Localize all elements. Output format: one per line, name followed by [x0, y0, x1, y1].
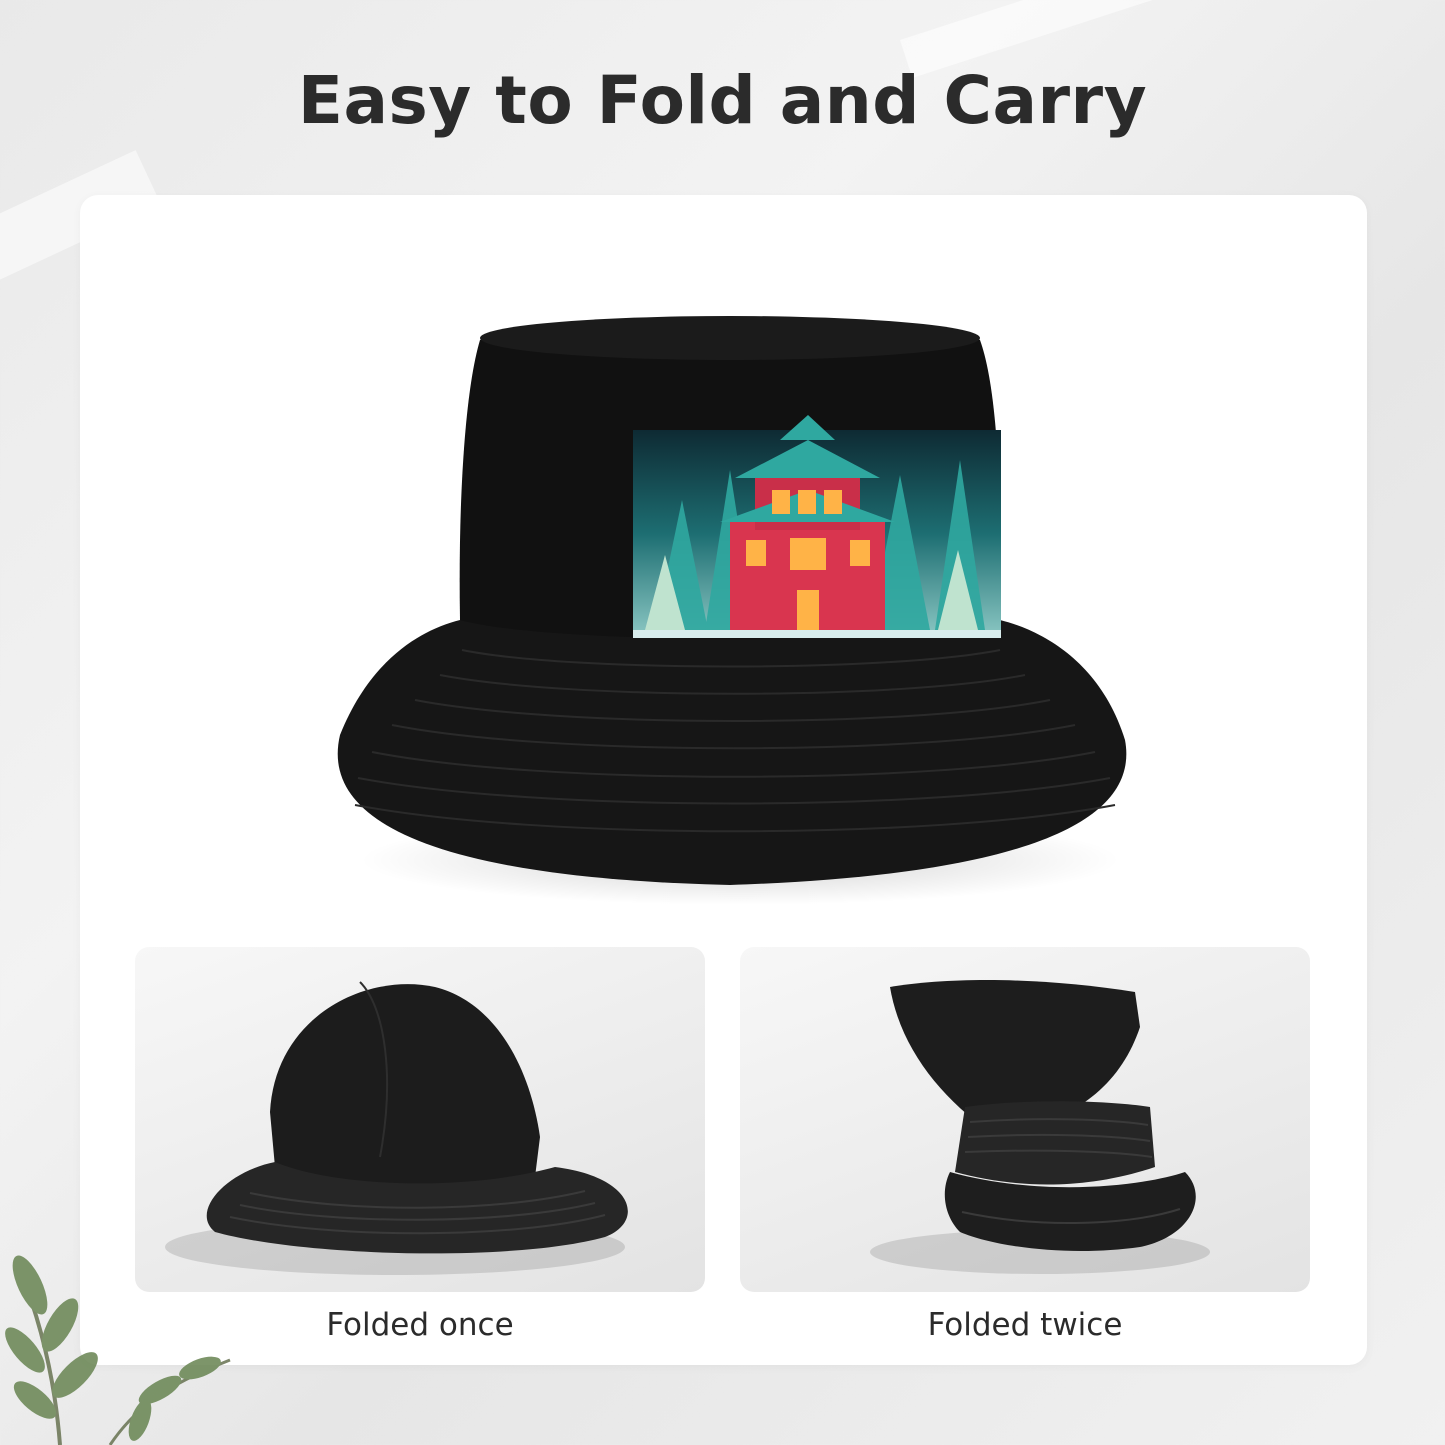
caption-folded-twice: Folded twice [927, 1307, 1123, 1343]
hat-folded-twice-photo [870, 980, 1210, 1274]
panel-folded-twice [740, 947, 1310, 1292]
product-card: Folded once Folded twice [80, 195, 1367, 1365]
bucket-hat-house-print-photo [337, 316, 1127, 905]
page-title: Easy to Fold and Carry [297, 62, 1148, 139]
plant-leaves-decoration [5, 1255, 231, 1445]
